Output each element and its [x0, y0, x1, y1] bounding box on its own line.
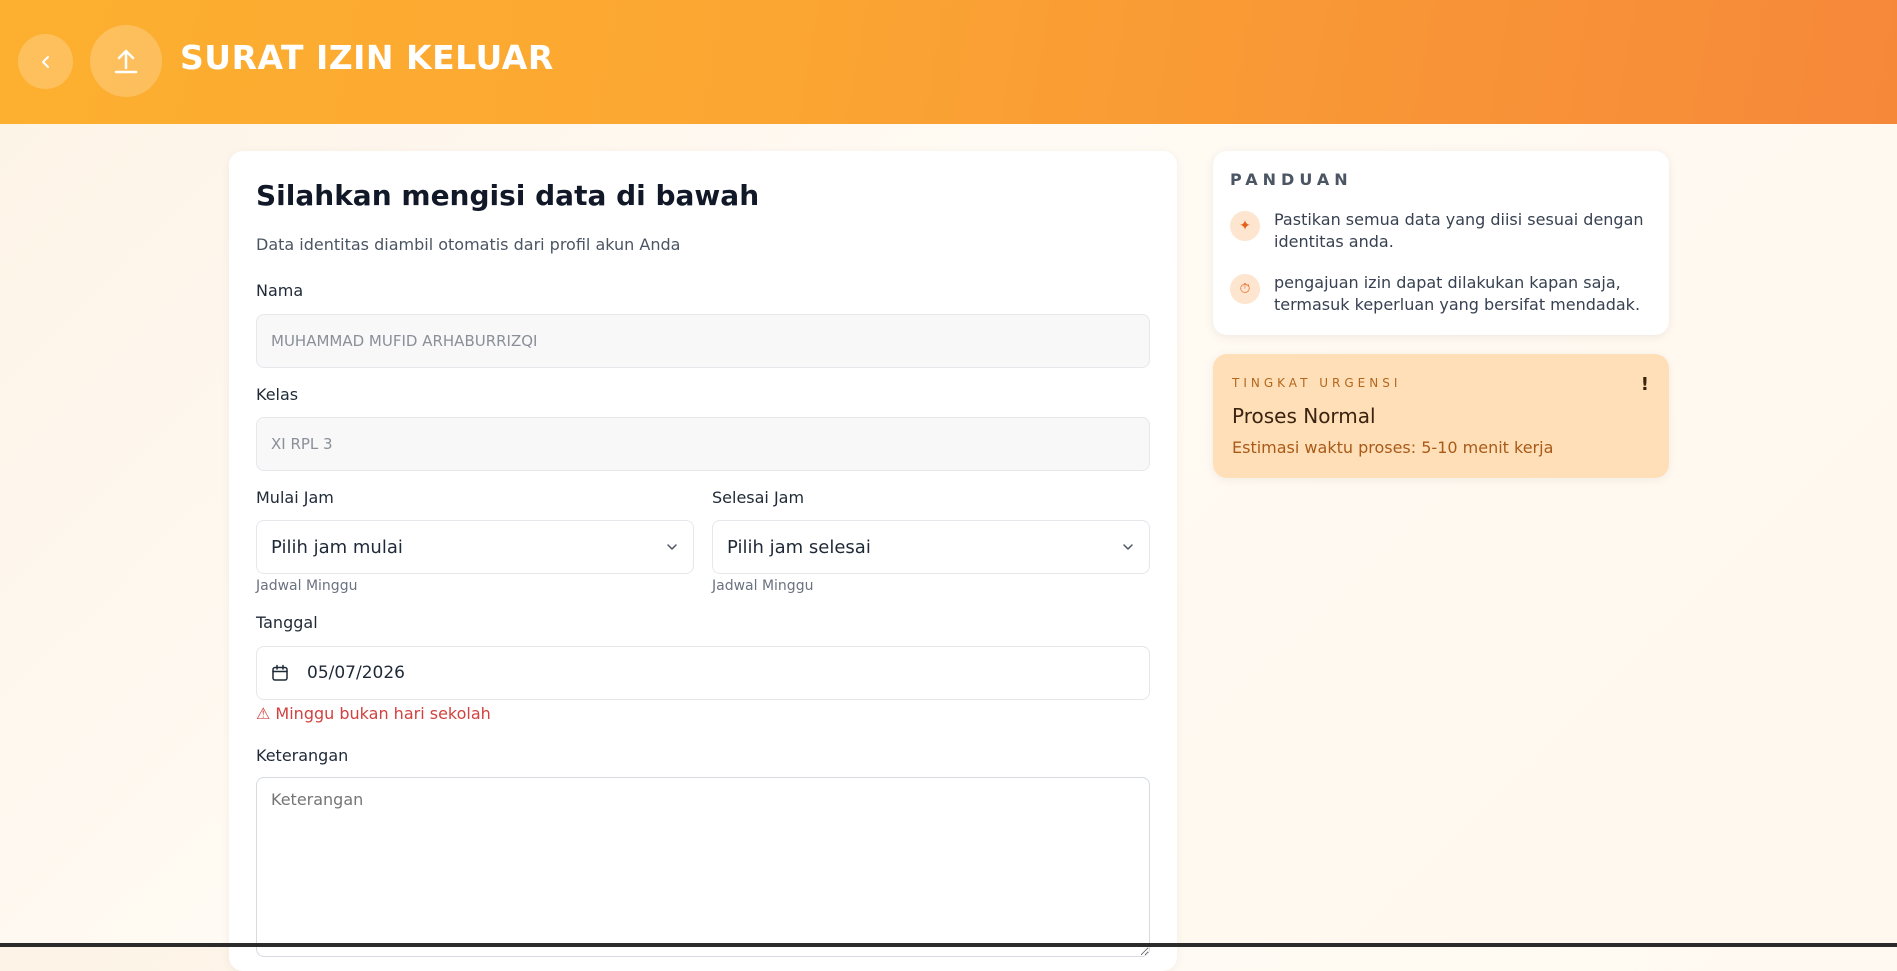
- chevron-down-icon: [667, 544, 677, 550]
- guide-item-text: pengajuan izin dapat dilakukan kapan saj…: [1274, 273, 1641, 314]
- kelas-field: XI RPL 3: [256, 417, 1150, 471]
- selesai-jam-label: Selesai Jam: [712, 488, 805, 507]
- form-subtitle: Data identitas diambil otomatis dari pro…: [256, 235, 681, 254]
- chevron-left-icon: [41, 55, 49, 68]
- nama-label: Nama: [256, 281, 304, 300]
- guide-item-text: Pastikan semua data yang diisi sesuai de…: [1274, 210, 1644, 251]
- nama-value: MUHAMMAD MUFID ARHABURRIZQI: [271, 332, 538, 350]
- tanggal-label: Tanggal: [256, 613, 318, 632]
- urgency-description: Estimasi waktu proses: 5-10 menit kerja: [1232, 438, 1554, 457]
- selesai-jam-select[interactable]: Pilih jam selesai: [712, 520, 1150, 574]
- keterangan-label: Keterangan: [256, 746, 349, 765]
- guide-card: PANDUAN ✦ Pastikan semua data yang diisi…: [1213, 151, 1669, 335]
- taskbar-edge: [0, 943, 1897, 947]
- calendar-icon: [272, 664, 288, 681]
- urgency-heading: TINGKAT URGENSI: [1232, 376, 1402, 390]
- form-card: Silahkan mengisi data di bawah Data iden…: [229, 151, 1177, 971]
- form-title: Silahkan mengisi data di bawah: [256, 179, 760, 212]
- back-button[interactable]: [18, 34, 73, 89]
- tanggal-error: ⚠ Minggu bukan hari sekolah: [256, 704, 491, 723]
- keterangan-textarea[interactable]: [256, 777, 1150, 957]
- nama-field: MUHAMMAD MUFID ARHABURRIZQI: [256, 314, 1150, 368]
- selesai-jam-hint: Jadwal Minggu: [712, 578, 814, 594]
- guide-heading: PANDUAN: [1230, 170, 1353, 189]
- tanggal-value: 05/07/2026: [307, 663, 405, 683]
- tanggal-input[interactable]: 05/07/2026: [256, 646, 1150, 700]
- guide-item: ✦ Pastikan semua data yang diisi sesuai …: [1230, 209, 1654, 253]
- top-header: SURAT IZIN KELUAR: [0, 0, 1897, 124]
- selesai-jam-value: Pilih jam selesai: [727, 536, 871, 558]
- mulai-jam-value: Pilih jam mulai: [271, 536, 403, 558]
- upload-icon: [114, 49, 138, 74]
- upload-badge: [90, 25, 162, 97]
- mulai-jam-select[interactable]: Pilih jam mulai: [256, 520, 694, 574]
- urgency-title: Proses Normal: [1232, 404, 1376, 428]
- mulai-jam-hint: Jadwal Minggu: [256, 578, 358, 594]
- kelas-value: XI RPL 3: [271, 435, 333, 453]
- guide-item: ⏱ pengajuan izin dapat dilakukan kapan s…: [1230, 272, 1654, 316]
- sparkle-icon: ✦: [1230, 211, 1260, 241]
- stopwatch-icon: ⏱: [1230, 274, 1260, 304]
- mulai-jam-label: Mulai Jam: [256, 488, 334, 507]
- urgency-card: TINGKAT URGENSI ! Proses Normal Estimasi…: [1213, 354, 1669, 478]
- kelas-label: Kelas: [256, 385, 299, 404]
- page-title: SURAT IZIN KELUAR: [180, 38, 554, 77]
- exclamation-icon: !: [1640, 374, 1649, 395]
- chevron-down-icon: [1123, 544, 1133, 550]
